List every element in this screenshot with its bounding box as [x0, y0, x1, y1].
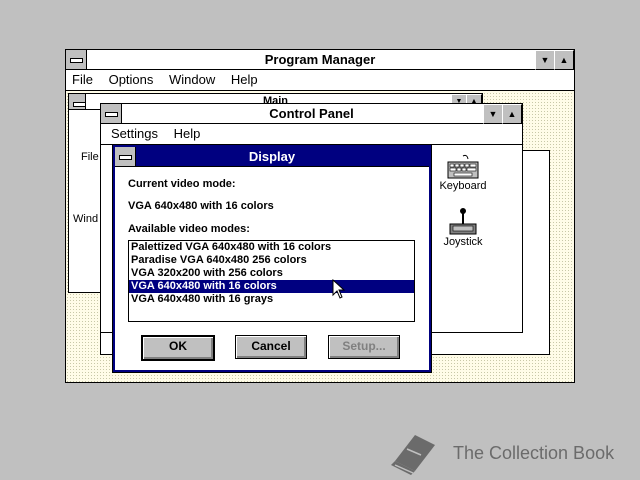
- control-panel-system-menu-icon[interactable]: [101, 104, 122, 123]
- main-label-file: File: [81, 151, 99, 163]
- video-modes-listbox[interactable]: Palettized VGA 640x480 with 16 colors Pa…: [128, 240, 415, 322]
- display-dialog: Display Current video mode: VGA 640x480 …: [112, 144, 432, 373]
- keyboard-icon: [447, 154, 479, 179]
- control-panel-titlebar[interactable]: Control Panel ▼ ▲: [101, 104, 522, 124]
- display-dialog-title: Display: [248, 149, 296, 164]
- minimize-button[interactable]: ▼: [535, 50, 555, 70]
- joystick-label: Joystick: [443, 236, 483, 248]
- joystick-icon: [449, 208, 477, 235]
- video-mode-item[interactable]: Paradise VGA 640x480 256 colors: [129, 254, 414, 267]
- current-mode-value: VGA 640x480 with 16 colors: [128, 200, 274, 212]
- maximize-button[interactable]: ▲: [554, 50, 574, 70]
- menu-options[interactable]: Options: [103, 70, 160, 90]
- menu-help-cp[interactable]: Help: [168, 124, 207, 144]
- control-panel-maximize-button[interactable]: ▲: [502, 104, 522, 124]
- control-panel-title: Control Panel: [269, 106, 354, 121]
- video-mode-item-selected[interactable]: VGA 640x480 with 16 colors: [129, 280, 414, 293]
- book-icon: [391, 435, 435, 475]
- program-manager-title: Program Manager: [264, 52, 376, 67]
- available-modes-label: Available video modes:: [128, 223, 250, 235]
- control-panel-menubar: Settings Help: [101, 124, 522, 145]
- watermark-text: The Collection Book: [453, 443, 615, 463]
- display-system-menu-icon[interactable]: [115, 147, 136, 166]
- menu-file[interactable]: File: [66, 70, 99, 90]
- main-system-menu-icon[interactable]: [69, 94, 86, 109]
- menu-settings[interactable]: Settings: [101, 124, 164, 144]
- ok-button[interactable]: OK: [141, 335, 215, 361]
- joystick-item[interactable]: Joystick: [433, 206, 493, 256]
- menu-window[interactable]: Window: [163, 70, 221, 90]
- current-mode-label: Current video mode:: [128, 178, 236, 190]
- keyboard-label: Keyboard: [439, 180, 487, 192]
- setup-button[interactable]: Setup...: [328, 335, 400, 359]
- video-mode-item[interactable]: VGA 320x200 with 256 colors: [129, 267, 414, 280]
- video-mode-item[interactable]: Palettized VGA 640x480 with 16 colors: [129, 241, 414, 254]
- program-manager-menubar: File Options Window Help: [66, 70, 574, 91]
- control-panel-minimize-button[interactable]: ▼: [483, 104, 503, 124]
- cancel-button[interactable]: Cancel: [235, 335, 307, 359]
- system-menu-icon[interactable]: [66, 50, 87, 69]
- main-label-wind: Wind: [73, 213, 99, 225]
- mouse-cursor-icon: [332, 279, 346, 299]
- program-manager-titlebar[interactable]: Program Manager ▼ ▲: [66, 50, 574, 70]
- menu-help[interactable]: Help: [225, 70, 264, 90]
- display-dialog-titlebar[interactable]: Display: [115, 147, 429, 167]
- keyboard-item[interactable]: Keyboard: [433, 154, 493, 199]
- video-mode-item[interactable]: VGA 640x480 with 16 grays: [129, 293, 414, 306]
